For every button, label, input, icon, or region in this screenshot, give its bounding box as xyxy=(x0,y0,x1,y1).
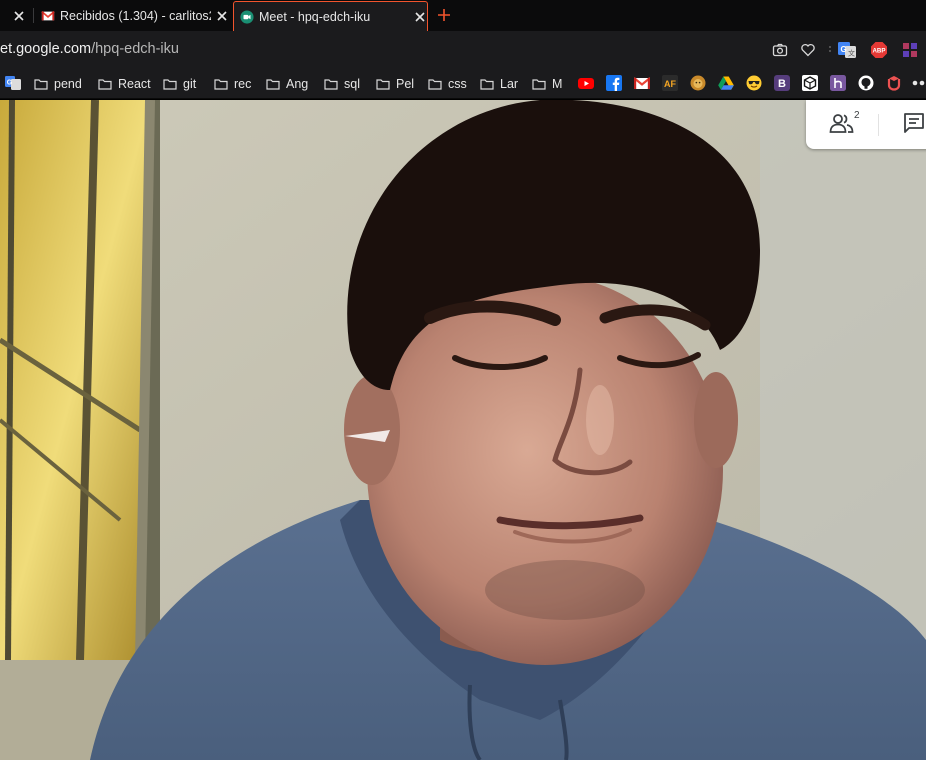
bookmark-label: pend xyxy=(54,77,82,91)
bootstrap-icon[interactable]: B xyxy=(774,75,790,91)
folder-icon xyxy=(324,79,338,90)
camera-icon[interactable] xyxy=(772,42,788,58)
meet-top-right-panel: 2 xyxy=(806,100,926,149)
github-icon[interactable] xyxy=(858,75,874,91)
chat-button[interactable] xyxy=(903,112,925,138)
bookmark-label: Lar xyxy=(500,77,519,91)
heroku-icon[interactable] xyxy=(830,75,846,91)
bookmark-folder-pend[interactable]: pend xyxy=(34,75,82,93)
tab-title: Meet - hpq-edch-iku xyxy=(259,9,371,24)
udemy-icon[interactable] xyxy=(886,75,902,91)
bookmarks-bar: G pend React git rec Ang sql Pel css Lar… xyxy=(0,69,926,99)
google-drive-icon[interactable] xyxy=(718,75,734,91)
codesandbox-icon[interactable] xyxy=(802,75,818,91)
more-icon[interactable] xyxy=(912,75,926,91)
address-bar-actions: G文 ABP xyxy=(772,40,926,60)
bookmark-folder-m[interactable]: M xyxy=(532,75,562,93)
gmail-icon xyxy=(41,10,55,20)
sunglasses-emoji-icon[interactable] xyxy=(746,75,762,91)
bookmark-label: Pel xyxy=(396,77,415,91)
svg-text:ABP: ABP xyxy=(872,48,885,55)
bookmark-folder-react[interactable]: React xyxy=(98,75,151,93)
bookmark-label: git xyxy=(183,77,197,91)
folder-icon xyxy=(163,79,177,90)
bookmark-folder-ang[interactable]: Ang xyxy=(266,75,308,93)
bookmark-label: React xyxy=(118,77,151,91)
bookmark-folder-rec[interactable]: rec xyxy=(214,75,251,93)
bookmark-label: rec xyxy=(234,77,252,91)
bookmark-label: css xyxy=(448,77,467,91)
svg-text:G: G xyxy=(841,45,847,54)
bookmark-label: sql xyxy=(344,77,360,91)
svg-text:文: 文 xyxy=(848,49,855,58)
adblock-plus-icon[interactable]: ABP xyxy=(870,41,888,59)
heart-icon[interactable] xyxy=(800,42,816,58)
bookmark-label: M xyxy=(552,77,563,91)
url-path: /hpq-edch-iku xyxy=(91,41,179,57)
participants-button[interactable]: 2 xyxy=(829,110,860,138)
video-frame xyxy=(0,100,926,760)
extension-icon[interactable] xyxy=(902,42,918,58)
bookmark-label: Ang xyxy=(286,77,309,91)
folder-icon xyxy=(428,79,442,90)
plus-icon[interactable] xyxy=(436,7,452,23)
folder-icon xyxy=(214,79,228,90)
gmail-icon[interactable] xyxy=(634,75,650,91)
youtube-icon[interactable] xyxy=(578,75,594,91)
folder-icon xyxy=(98,79,112,90)
chat-icon xyxy=(904,113,924,133)
google-translate-icon[interactable]: G xyxy=(5,75,21,91)
bookmark-folder-sql[interactable]: sql xyxy=(324,75,360,93)
bookmark-folder-git[interactable]: git xyxy=(163,75,196,93)
tab-title: Recibidos (1.304) - carlitos2 xyxy=(60,8,211,23)
close-tab-icon[interactable] xyxy=(12,9,26,23)
bookmark-folder-pel[interactable]: Pel xyxy=(376,75,414,93)
url-text[interactable]: et.google.com/hpq-edch-iku xyxy=(0,41,179,57)
tab-meet-active[interactable]: Meet - hpq-edch-iku xyxy=(233,1,428,31)
close-tab-icon[interactable] xyxy=(215,9,229,23)
webcam-video-feed xyxy=(0,100,926,760)
participant-count: 2 xyxy=(854,110,860,121)
folder-icon xyxy=(480,79,494,90)
tab-gmail[interactable]: Recibidos (1.304) - carlitos2 xyxy=(35,1,229,30)
folder-icon xyxy=(532,79,546,90)
folder-icon xyxy=(376,79,390,90)
divider-dots xyxy=(829,46,831,52)
lion-icon[interactable] xyxy=(690,75,706,91)
svg-text:B: B xyxy=(778,78,786,90)
google-translate-icon[interactable]: G文 xyxy=(838,41,856,59)
af-icon[interactable]: AF xyxy=(662,75,678,91)
tab-gmail-partial[interactable] xyxy=(0,1,32,30)
folder-icon xyxy=(266,79,280,90)
folder-icon xyxy=(34,79,48,90)
url-host: et.google.com xyxy=(0,41,92,57)
svg-text:AF: AF xyxy=(664,79,676,89)
facebook-icon[interactable] xyxy=(606,75,622,91)
close-tab-icon[interactable] xyxy=(413,10,427,24)
people-icon xyxy=(829,114,854,133)
tab-strip: Recibidos (1.304) - carlitos2 Meet - hpq… xyxy=(0,0,926,31)
tab-separator xyxy=(33,8,34,23)
bookmark-folder-lar[interactable]: Lar xyxy=(480,75,518,93)
panel-divider xyxy=(878,114,879,136)
address-bar[interactable]: et.google.com/hpq-edch-iku G文 ABP xyxy=(0,31,926,69)
svg-text:G: G xyxy=(7,80,13,87)
google-meet-icon xyxy=(240,9,254,24)
bookmark-folder-css[interactable]: css xyxy=(428,75,467,93)
